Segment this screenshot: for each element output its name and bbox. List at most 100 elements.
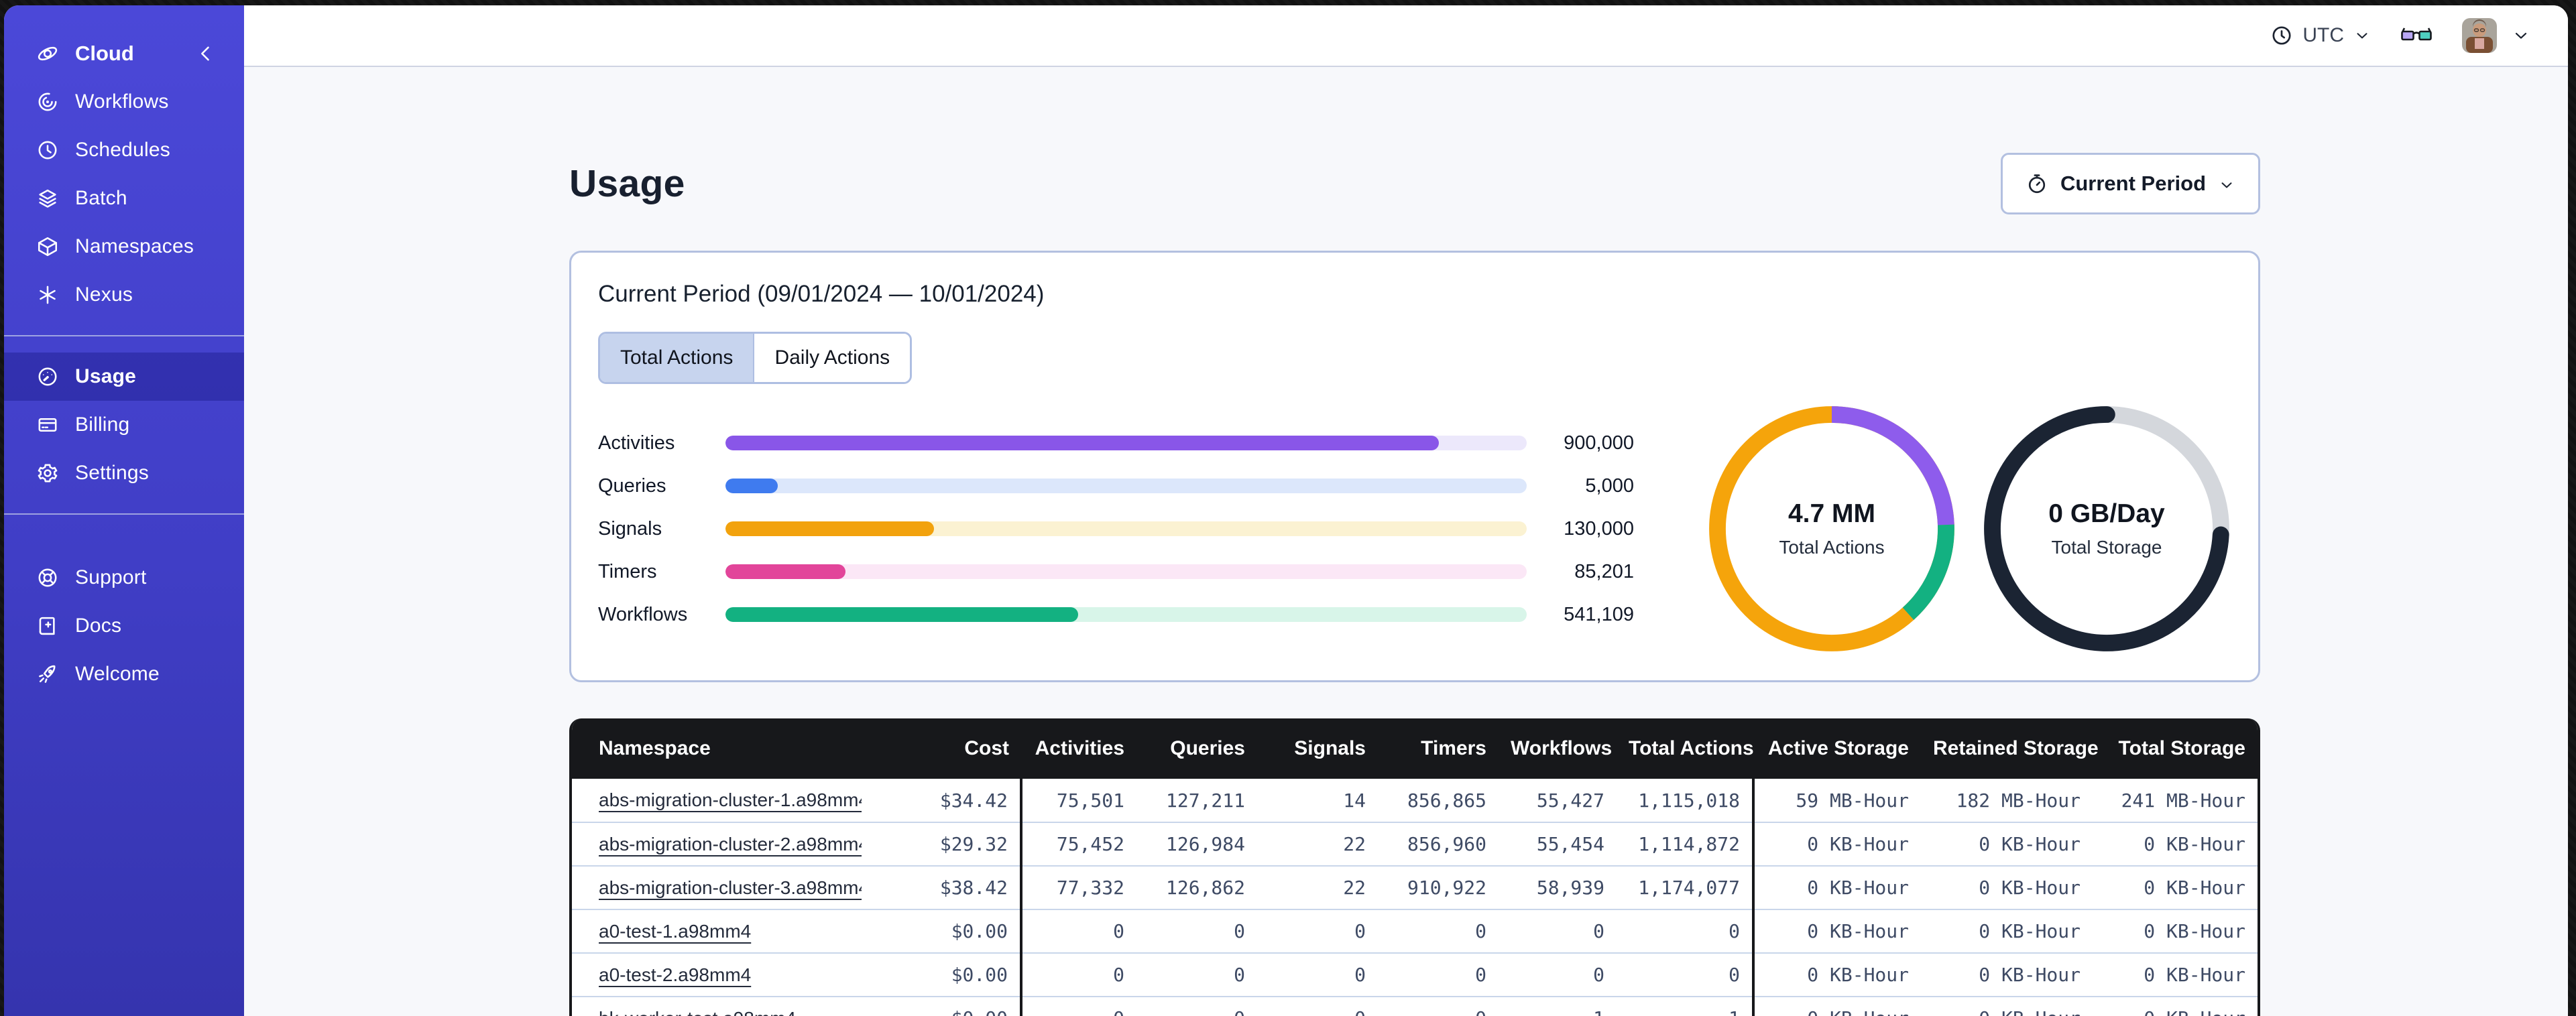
- table-cell: 0: [1020, 997, 1136, 1016]
- namespace-link[interactable]: abs-migration-cluster-1.a98mm4: [599, 789, 862, 810]
- stopwatch-icon: [2026, 172, 2048, 195]
- donut-center-value: 4.7 MM: [1788, 499, 1876, 528]
- period-select-button[interactable]: Current Period: [2000, 153, 2260, 214]
- chevron-down-icon: [2353, 27, 2371, 44]
- period-select-label: Current Period: [2060, 172, 2206, 195]
- namespace-link[interactable]: a0-test-2.a98mm4: [599, 964, 751, 985]
- table-cell: bk-worker-test.a98mm4: [572, 997, 862, 1016]
- table-cell: 856,960: [1378, 822, 1499, 867]
- table-cell: 1: [1617, 997, 1753, 1016]
- sidebar-item-welcome[interactable]: Welcome: [4, 650, 244, 698]
- table-cell: 0: [1257, 997, 1378, 1016]
- collapse-sidebar-icon[interactable]: [194, 42, 217, 65]
- table-cell: 59 MB-Hour: [1752, 779, 1921, 823]
- table-cell: 77,332: [1020, 866, 1136, 910]
- namespace-link[interactable]: abs-migration-cluster-3.a98mm4: [599, 877, 862, 898]
- bar-row: Activities 900,000: [598, 422, 1634, 464]
- table-cell: 127,211: [1136, 779, 1257, 823]
- labs-glasses-icon[interactable]: [2400, 25, 2433, 46]
- sidebar-item-billing[interactable]: Billing: [4, 401, 244, 449]
- column-header-workflows: Workflows: [1499, 718, 1617, 779]
- sidebar-nav-footer: Support Docs Welcome: [4, 554, 244, 698]
- table-cell: 0: [1136, 953, 1257, 997]
- sidebar-item-schedules[interactable]: Schedules: [4, 126, 244, 174]
- main-column: UTC Usage Current Period Current Period …: [244, 5, 2568, 1016]
- table-cell: 0: [1136, 909, 1257, 954]
- table-cell: 0: [1378, 997, 1499, 1016]
- tab-daily-actions[interactable]: Daily Actions: [753, 334, 911, 382]
- table-cell: 0 KB-Hour: [1752, 909, 1921, 954]
- table-cell: 182 MB-Hour: [1921, 779, 2093, 823]
- sidebar-item-workflows[interactable]: Workflows: [4, 78, 244, 126]
- table-cell: 856,865: [1378, 779, 1499, 823]
- table-cell: 0 KB-Hour: [2093, 822, 2258, 867]
- table-cell: $29.32: [862, 822, 1021, 867]
- table-cell: 0: [1499, 909, 1617, 954]
- table-cell: 22: [1257, 822, 1378, 867]
- table-cell: 0 KB-Hour: [1921, 953, 2093, 997]
- bar-fill: [725, 564, 846, 579]
- table-cell: 0: [1257, 909, 1378, 954]
- bar-label: Activities: [598, 432, 675, 454]
- charts-row: Activities 900,000 Queries 5,000 Signals 130,…: [598, 404, 2231, 653]
- bar-value: 900,000: [1564, 432, 1634, 454]
- table-cell: $34.42: [862, 779, 1021, 823]
- account-menu[interactable]: [2462, 18, 2530, 53]
- settings-icon: [36, 462, 59, 485]
- table-cell: 0 KB-Hour: [1752, 866, 1921, 910]
- table-cell: 0 KB-Hour: [1752, 822, 1921, 867]
- table-cell: 55,427: [1499, 779, 1617, 823]
- timezone-label: UTC: [2302, 24, 2344, 46]
- table-cell: 0: [1378, 909, 1499, 954]
- table-cell: 0 KB-Hour: [1752, 953, 1921, 997]
- donut-center: 4.7 MM Total Actions: [1707, 404, 1956, 653]
- column-header-cost: Cost: [862, 718, 1021, 779]
- timezone-picker[interactable]: UTC: [2270, 24, 2371, 47]
- donut-center-label: Total Actions: [1779, 537, 1885, 558]
- sidebar-item-docs[interactable]: Docs: [4, 602, 244, 650]
- sidebar-item-namespaces[interactable]: Namespaces: [4, 223, 244, 271]
- bar-value: 85,201: [1574, 560, 1634, 582]
- table-row: bk-worker-test.a98mm4$0.000000110 KB-Hou…: [572, 997, 2258, 1016]
- bar-track: [725, 436, 1527, 450]
- sidebar-nav-main: Workflows Schedules Batch Namespaces Nex…: [4, 78, 244, 319]
- namespace-link[interactable]: bk-worker-test.a98mm4: [599, 1008, 796, 1016]
- sidebar-item-nexus[interactable]: Nexus: [4, 271, 244, 319]
- sidebar-item-usage[interactable]: Usage: [4, 353, 244, 401]
- bar-row: Queries 5,000: [598, 464, 1634, 507]
- bar-label: Timers: [598, 560, 657, 582]
- bar-fill: [725, 607, 1078, 622]
- bar-value: 5,000: [1585, 474, 1634, 497]
- card-title: Current Period (09/01/2024 — 10/01/2024): [598, 281, 1045, 307]
- namespace-link[interactable]: a0-test-1.a98mm4: [599, 921, 751, 942]
- table-cell: 126,862: [1136, 866, 1257, 910]
- namespace-link[interactable]: abs-migration-cluster-2.a98mm4: [599, 834, 862, 854]
- sidebar-divider: [4, 513, 244, 515]
- table-cell: 55,454: [1499, 822, 1617, 867]
- table-cell: 58,939: [1499, 866, 1617, 910]
- table-cell: 0: [1499, 953, 1617, 997]
- table-cell: 0: [1136, 997, 1257, 1016]
- tab-total-actions[interactable]: Total Actions: [600, 334, 754, 382]
- page-header-row: Usage Current Period: [569, 153, 2260, 214]
- top-bar: UTC: [244, 5, 2568, 67]
- donut-center-value: 0 GB/Day: [2048, 499, 2165, 528]
- sidebar-item-batch[interactable]: Batch: [4, 174, 244, 223]
- donut-center-label: Total Storage: [2051, 537, 2162, 558]
- table-cell: 0 KB-Hour: [2093, 997, 2258, 1016]
- billing-icon: [36, 414, 59, 436]
- table-row: abs-migration-cluster-3.a98mm4 $38.42 77,3…: [572, 866, 2258, 910]
- table-cell: 75,501: [1020, 779, 1136, 823]
- current-period-card: Current Period (09/01/2024 — 10/01/2024)…: [569, 251, 2260, 682]
- batch-icon: [36, 187, 59, 210]
- support-icon: [36, 566, 59, 589]
- sidebar-item-support[interactable]: Support: [4, 554, 244, 602]
- sidebar-item-settings[interactable]: Settings: [4, 449, 244, 497]
- table-row: abs-migration-cluster-2.a98mm4 $29.32 75,4…: [572, 822, 2258, 867]
- sidebar-brand[interactable]: Cloud: [4, 29, 244, 78]
- table-cell: 1: [1499, 997, 1617, 1016]
- table-header-row: Namespace Cost Activities Queries Signals Tim…: [572, 718, 2258, 779]
- table-cell: 22: [1257, 866, 1378, 910]
- docs-icon: [36, 615, 59, 637]
- column-header-queries: Queries: [1136, 718, 1257, 779]
